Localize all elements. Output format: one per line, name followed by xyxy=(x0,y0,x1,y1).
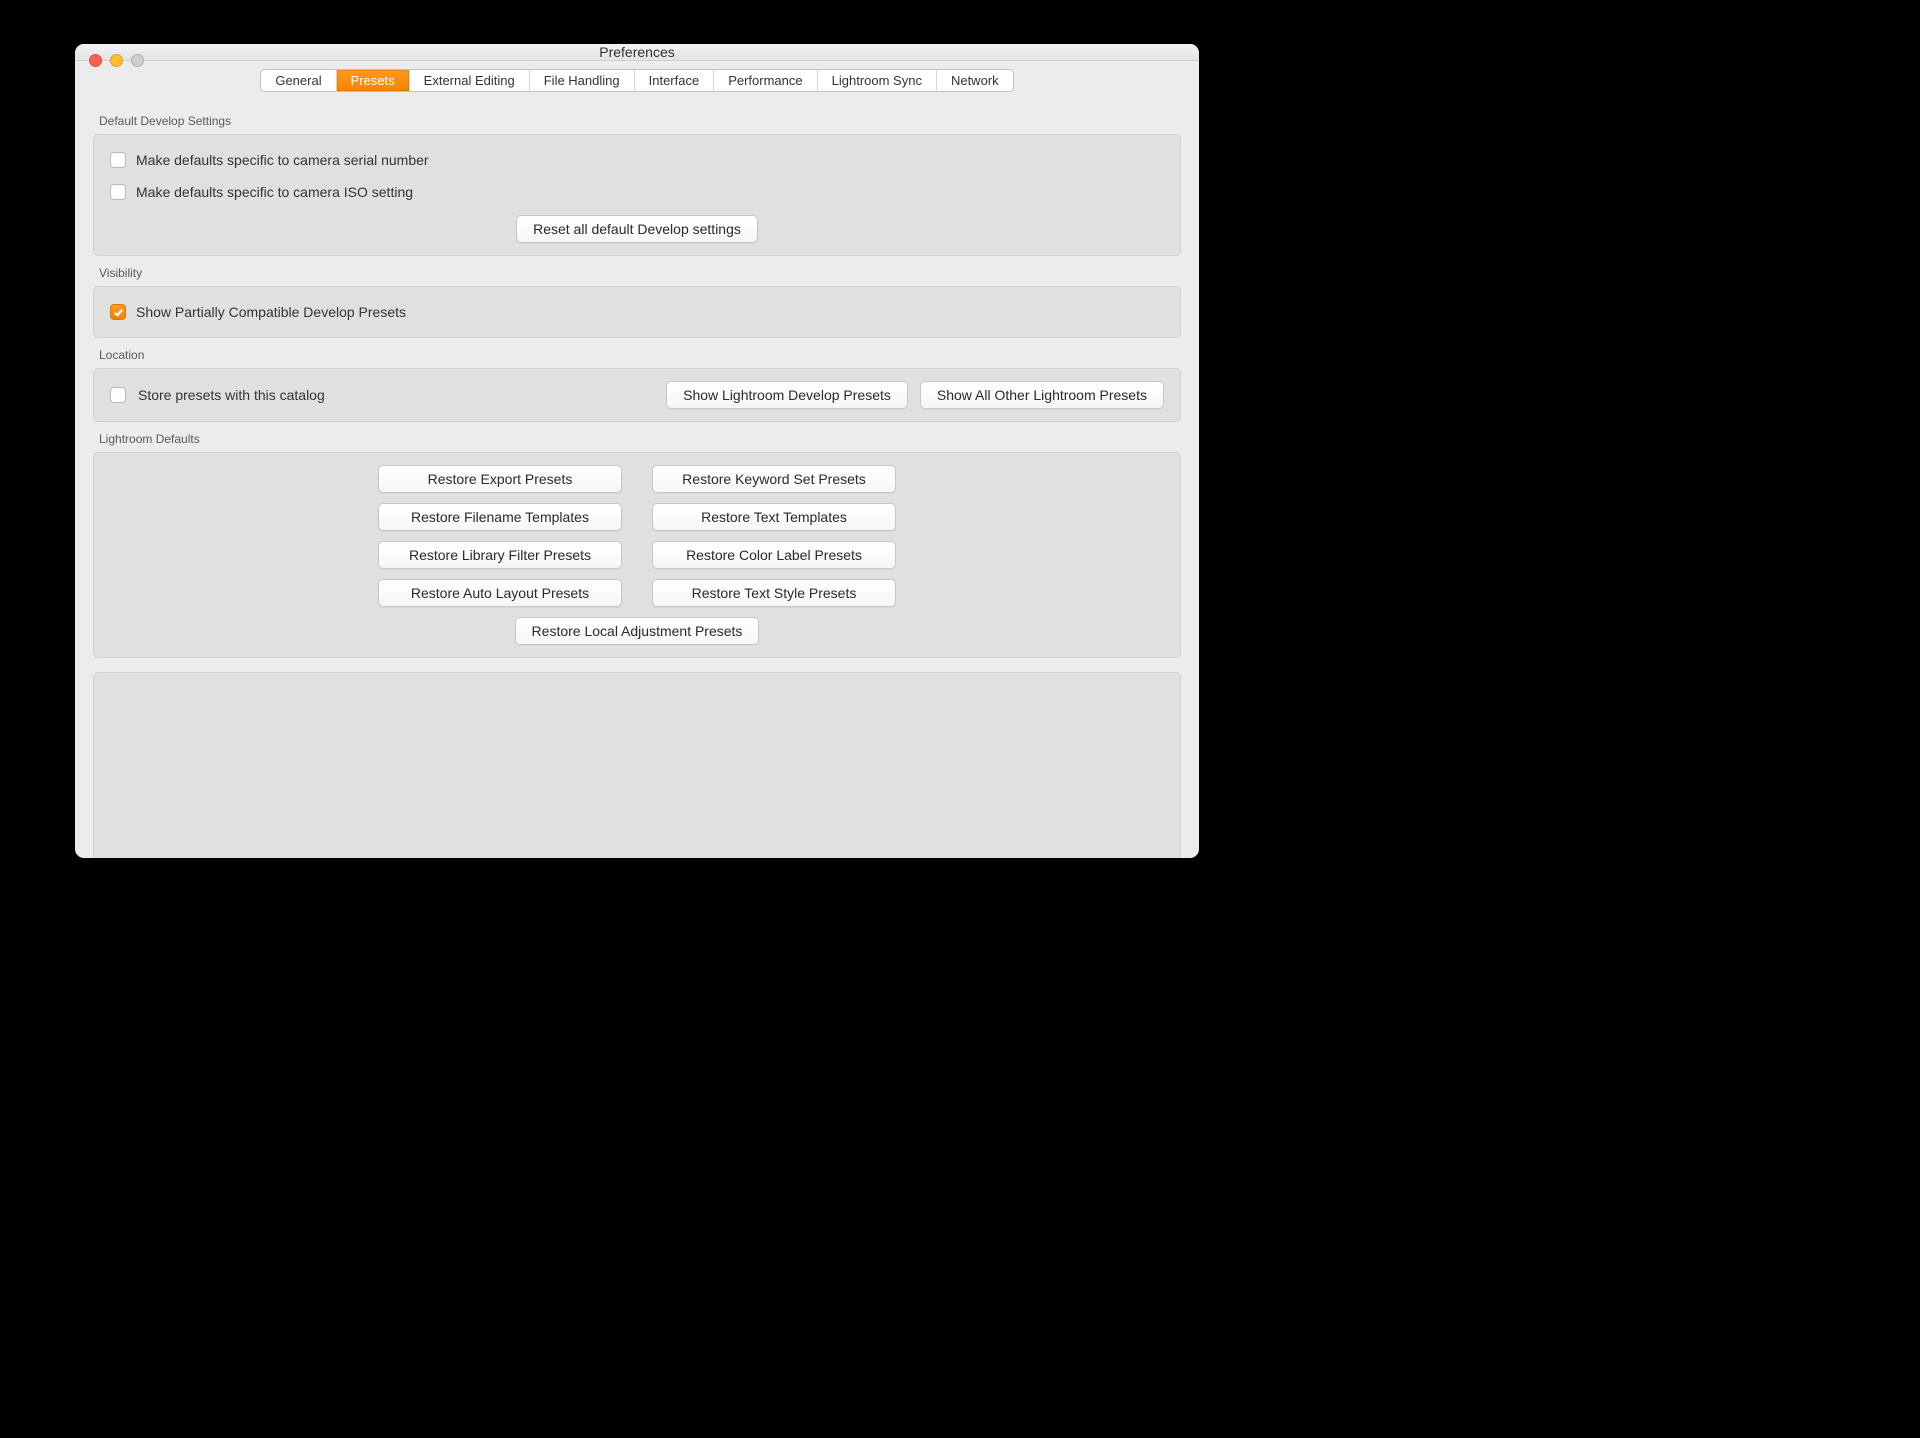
checkbox-store-with-catalog-label: Store presets with this catalog xyxy=(138,387,325,403)
tab-file-handling[interactable]: File Handling xyxy=(530,70,635,91)
restore-local-adjustment-presets-button[interactable]: Restore Local Adjustment Presets xyxy=(515,617,759,645)
tab-segmented-control: General Presets External Editing File Ha… xyxy=(260,69,1013,92)
checkbox-store-with-catalog[interactable] xyxy=(110,387,126,403)
checkbox-serial-label: Make defaults specific to camera serial … xyxy=(136,152,429,168)
restore-text-templates-button[interactable]: Restore Text Templates xyxy=(652,503,896,531)
tab-bar: General Presets External Editing File Ha… xyxy=(75,61,1199,92)
restore-keyword-set-presets-button[interactable]: Restore Keyword Set Presets xyxy=(652,465,896,493)
minimize-icon[interactable] xyxy=(110,54,123,67)
section-label-visibility: Visibility xyxy=(93,256,1181,286)
checkbox-iso-label: Make defaults specific to camera ISO set… xyxy=(136,184,413,200)
tab-external-editing[interactable]: External Editing xyxy=(410,70,530,91)
restore-text-style-presets-button[interactable]: Restore Text Style Presets xyxy=(652,579,896,607)
tab-lightroom-sync[interactable]: Lightroom Sync xyxy=(818,70,937,91)
section-label-default-develop: Default Develop Settings xyxy=(93,104,1181,134)
window-title: Preferences xyxy=(599,44,674,60)
tab-network[interactable]: Network xyxy=(937,70,1013,91)
checkbox-show-partially-compatible-label: Show Partially Compatible Develop Preset… xyxy=(136,304,406,320)
zoom-icon[interactable] xyxy=(131,54,144,67)
restore-library-filter-presets-button[interactable]: Restore Library Filter Presets xyxy=(378,541,622,569)
section-label-location: Location xyxy=(93,338,1181,368)
restore-filename-templates-button[interactable]: Restore Filename Templates xyxy=(378,503,622,531)
tab-interface[interactable]: Interface xyxy=(635,70,715,91)
reset-defaults-button[interactable]: Reset all default Develop settings xyxy=(516,215,758,243)
titlebar: Preferences xyxy=(75,44,1199,61)
restore-export-presets-button[interactable]: Restore Export Presets xyxy=(378,465,622,493)
tab-performance[interactable]: Performance xyxy=(714,70,817,91)
show-develop-presets-button[interactable]: Show Lightroom Develop Presets xyxy=(666,381,908,409)
content-area: Default Develop Settings Make defaults s… xyxy=(75,92,1199,858)
tab-presets[interactable]: Presets xyxy=(337,70,410,91)
tab-general[interactable]: General xyxy=(261,70,336,91)
restore-color-label-presets-button[interactable]: Restore Color Label Presets xyxy=(652,541,896,569)
checkbox-show-partially-compatible[interactable] xyxy=(110,304,126,320)
empty-panel xyxy=(93,672,1181,858)
panel-location: Store presets with this catalog Show Lig… xyxy=(93,368,1181,422)
panel-visibility: Show Partially Compatible Develop Preset… xyxy=(93,286,1181,338)
show-all-other-presets-button[interactable]: Show All Other Lightroom Presets xyxy=(920,381,1164,409)
preferences-window: Preferences General Presets External Edi… xyxy=(75,44,1199,858)
checkbox-iso[interactable] xyxy=(110,184,126,200)
checkbox-serial[interactable] xyxy=(110,152,126,168)
panel-lightroom-defaults: Restore Export Presets Restore Keyword S… xyxy=(93,452,1181,658)
window-controls xyxy=(89,54,144,67)
restore-auto-layout-presets-button[interactable]: Restore Auto Layout Presets xyxy=(378,579,622,607)
section-label-lightroom-defaults: Lightroom Defaults xyxy=(93,422,1181,452)
close-icon[interactable] xyxy=(89,54,102,67)
panel-default-develop: Make defaults specific to camera serial … xyxy=(93,134,1181,256)
